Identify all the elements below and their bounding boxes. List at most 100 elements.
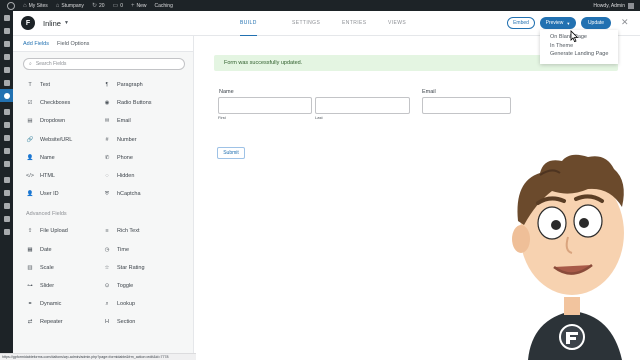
sidebar-item-tools[interactable] xyxy=(0,199,13,212)
sidebar-item-woocommerce[interactable] xyxy=(0,105,13,118)
howdy-label: Howdy, Admin xyxy=(593,2,625,9)
sidebar-item-jetpack[interactable] xyxy=(0,24,13,37)
preview-option-in-theme[interactable]: In Theme xyxy=(540,42,618,51)
field-type-repeater[interactable]: ⇄ Repeater xyxy=(26,313,103,331)
field-type-label: Radio Buttons xyxy=(117,100,152,107)
sidebar-item-pages[interactable] xyxy=(0,63,13,76)
sidebar-item-formidable[interactable] xyxy=(0,89,13,102)
field-type-slider[interactable]: ⊶ Slider xyxy=(26,277,103,295)
tab-settings[interactable]: SETTINGS xyxy=(292,11,320,36)
field-type-label: User ID xyxy=(40,191,59,198)
my-sites-label: My Sites xyxy=(28,2,48,9)
field-type-label: Scale xyxy=(40,264,54,271)
updates-button[interactable]: ↻ 20 xyxy=(88,0,109,11)
sidebar-item-settings[interactable] xyxy=(0,212,13,225)
field-type-hidden[interactable]: ◌ Hidden xyxy=(103,167,180,185)
field-type-user-id[interactable]: 👤 User ID xyxy=(26,185,103,203)
field-type-number[interactable]: # Number xyxy=(103,131,180,149)
caching-label: Caching xyxy=(154,2,173,9)
field-type-icon: ≡ xyxy=(105,228,109,235)
embed-button[interactable]: Embed xyxy=(507,17,535,29)
field-type-icon: T xyxy=(28,82,32,89)
form-title-switcher[interactable]: Inline ▼ xyxy=(43,19,69,28)
site-name-button[interactable]: ⌂ Stumpany xyxy=(52,0,88,11)
panel-tabs: Add Fields Field Options xyxy=(13,36,193,52)
tab-views[interactable]: VIEWS xyxy=(388,11,406,36)
field-type-label: Star Rating xyxy=(117,264,145,271)
field-type-dropdown[interactable]: ▤ Dropdown xyxy=(26,112,103,130)
field-type-name[interactable]: 👤 Name xyxy=(26,149,103,167)
field-type-radio-buttons[interactable]: ◉ Radio Buttons xyxy=(103,94,180,112)
field-type-phone[interactable]: ✆ Phone xyxy=(103,149,180,167)
sidebar-item-products[interactable] xyxy=(0,118,13,131)
field-type-icon: ⚭ xyxy=(27,301,33,308)
field-type-section[interactable]: H Section xyxy=(103,313,180,331)
sidebar-item-pin[interactable] xyxy=(0,37,13,50)
field-type-checkboxes[interactable]: ☑ Checkboxes xyxy=(26,94,103,112)
tab-build[interactable]: BUILD xyxy=(240,11,257,36)
tab-add-fields[interactable]: Add Fields xyxy=(23,41,49,51)
last-name-input[interactable] xyxy=(315,97,410,114)
field-type-toggle[interactable]: ⊙ Toggle xyxy=(103,277,180,295)
new-content-button[interactable]: + New xyxy=(127,0,151,11)
field-type-icon: ⌕ xyxy=(105,300,109,307)
field-type-icon: ◉ xyxy=(104,100,110,107)
field-type-label: File Upload xyxy=(40,228,68,235)
search-icon: ⌕ xyxy=(29,61,32,67)
field-type-label: Checkboxes xyxy=(40,100,71,107)
sidebar-item-media[interactable] xyxy=(0,50,13,63)
account-menu[interactable]: Howdy, Admin xyxy=(593,2,640,9)
comments-button[interactable]: ▭ 0 xyxy=(109,0,127,11)
field-type-paragraph[interactable]: ¶ Paragraph xyxy=(103,76,180,94)
analytics-icon xyxy=(3,134,10,141)
field-type-label: Dynamic xyxy=(40,301,62,308)
sidebar-item-comments[interactable] xyxy=(0,76,13,89)
field-type-hcaptcha[interactable]: ⛨ hCaptcha xyxy=(103,185,180,203)
close-icon[interactable]: ✕ xyxy=(621,17,629,28)
field-type-label: Toggle xyxy=(117,282,134,289)
my-sites-button[interactable]: ⌂ My Sites xyxy=(19,0,52,11)
field-type-time[interactable]: ◷ Time xyxy=(103,241,180,259)
field-type-lookup[interactable]: ⌕ Lookup xyxy=(103,295,180,313)
submit-button[interactable]: Submit xyxy=(217,147,245,159)
chevron-down-icon: ▼ xyxy=(566,20,571,26)
sidebar-item-users[interactable] xyxy=(0,186,13,199)
preview-option-blank-page[interactable]: On Blank Page xyxy=(540,33,618,42)
sidebar-item-analytics[interactable] xyxy=(0,131,13,144)
field-type-rich-text[interactable]: ≡ Rich Text xyxy=(103,222,180,240)
new-label: New xyxy=(136,2,147,9)
basic-fields-grid: T Text ¶ Paragraph ☑ Checkboxes ◉ Radio Buttons… xyxy=(13,76,193,203)
tab-entries[interactable]: ENTRIES xyxy=(342,11,366,36)
update-button[interactable]: Update xyxy=(581,17,611,29)
caching-button[interactable]: Caching xyxy=(151,0,177,11)
field-type-star-rating[interactable]: ☆ Star Rating xyxy=(103,259,180,277)
field-type-date[interactable]: ▦ Date xyxy=(26,241,103,259)
sidebar-item-marketing[interactable] xyxy=(0,144,13,157)
field-type-icon: ▦ xyxy=(27,246,33,253)
field-type-scale[interactable]: ▥ Scale xyxy=(26,259,103,277)
sidebar-item-plugins[interactable] xyxy=(0,173,13,186)
sidebar-item-dashboard[interactable] xyxy=(0,11,13,24)
formidable-logo[interactable]: F xyxy=(21,16,35,30)
advanced-fields-heading: Advanced Fields xyxy=(26,211,67,218)
field-type-email[interactable]: ✉ Email xyxy=(103,112,180,130)
plus-icon: + xyxy=(130,2,135,9)
mascot-illustration xyxy=(512,154,624,360)
users-icon xyxy=(3,189,10,196)
field-type-icon: ▥ xyxy=(27,264,33,271)
tab-field-options[interactable]: Field Options xyxy=(57,41,89,51)
field-type-file-upload[interactable]: ⇪ File Upload xyxy=(26,222,103,240)
search-fields-input[interactable]: ⌕ Search Fields xyxy=(23,58,185,70)
field-type-text[interactable]: T Text xyxy=(26,76,103,94)
first-name-input[interactable] xyxy=(218,97,312,114)
email-input[interactable] xyxy=(422,97,511,114)
field-type-website-url[interactable]: 🔗 Website/URL xyxy=(26,131,103,149)
preview-option-landing-page[interactable]: Generate Landing Page xyxy=(540,50,618,59)
sidebar-item-appearance[interactable] xyxy=(0,157,13,170)
preview-button[interactable]: Preview ▼ xyxy=(540,17,576,29)
sidebar-item-collapse[interactable] xyxy=(0,225,13,238)
field-type-html[interactable]: </> HTML xyxy=(26,167,103,185)
field-type-dynamic[interactable]: ⚭ Dynamic xyxy=(26,295,103,313)
field-type-icon: ✆ xyxy=(104,154,110,161)
wordpress-logo-button[interactable] xyxy=(0,0,19,11)
